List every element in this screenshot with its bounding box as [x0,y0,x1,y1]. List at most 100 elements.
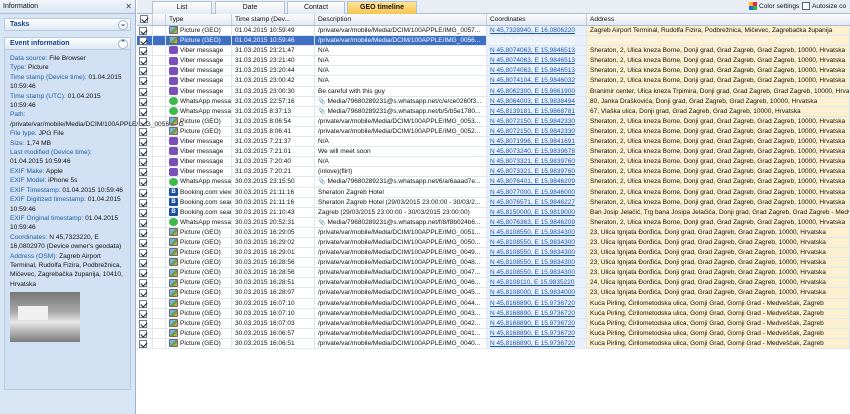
column-header-type[interactable]: Type [166,14,232,25]
table-row[interactable]: Viber message 31.03.2015 23:20:44 N/A N 45,… [137,66,850,77]
column-header-timestamp[interactable]: Time stamp (Dev... [232,14,315,25]
table-row[interactable]: Picture (GEO) 30.03.2015 16:07:03/private… [137,318,850,329]
row-checkbox-cell[interactable] [137,237,153,248]
chevron-down-icon[interactable]: ⌄ [118,20,128,30]
row-checkbox[interactable] [139,208,147,217]
coordinates-link[interactable]: N 45,8139181, E 15,9868781 [487,106,587,116]
row-checkbox[interactable] [139,329,147,338]
select-all-header[interactable] [137,14,153,25]
coordinates-link[interactable]: N 45,8150000, E 15,9819000 [487,207,587,217]
table-row[interactable]: BBooking.com searc...30.03.2015 21:11:16… [137,197,850,208]
row-checkbox[interactable] [139,97,147,106]
row-checkbox[interactable] [139,37,147,46]
coordinates-link[interactable]: N 45,8074063, E 15,9846513 [487,66,587,76]
coordinates-link[interactable]: N 45,7323220, E 16,0802970 [487,36,587,46]
row-checkbox-cell[interactable] [137,76,153,86]
row-checkbox[interactable] [139,127,147,136]
row-checkbox-cell[interactable] [137,318,153,328]
table-row[interactable]: Picture (GEO) 31.03.2015 8:06:54/private/… [137,116,850,127]
table-row[interactable]: Picture (GEO) 30.03.2015 16:07:10/private… [137,308,850,319]
row-checkbox[interactable] [139,249,147,258]
coordinates-link[interactable]: N 45,8072150, E 15,9842330 [487,116,587,126]
coordinates-link[interactable]: N 45,7328940, E 16,0806220 [487,26,587,36]
table-row[interactable]: Viber message 31.03.2015 23:00:30 Be caref… [137,86,850,97]
coordinates-link[interactable]: N 45,8108550, E 15,9834300 [487,237,587,248]
row-checkbox[interactable] [139,319,147,328]
row-checkbox[interactable] [139,178,147,187]
row-checkbox[interactable] [139,107,147,116]
row-checkbox[interactable] [139,47,147,56]
row-checkbox[interactable] [139,218,147,227]
table-row[interactable]: Viber message 31.03.2015 23:21:40 N/A N 45,… [137,56,850,67]
row-checkbox-cell[interactable] [137,126,153,137]
row-checkbox-cell[interactable] [137,338,153,348]
row-checkbox-cell[interactable] [137,167,153,177]
row-checkbox[interactable] [139,67,147,76]
row-checkbox-cell[interactable] [137,137,153,147]
table-row[interactable]: Picture (GEO) 01.04.2015 10:59:49/private… [137,26,850,37]
table-row[interactable]: Picture (GEO) 30.03.2015 16:07:10/private… [137,298,850,309]
row-checkbox[interactable] [139,198,147,207]
row-checkbox-cell[interactable] [137,106,153,116]
row-checkbox-cell[interactable] [137,248,153,258]
table-row[interactable]: Picture (GEO) 30.03.2015 16:29:01/private… [137,248,850,259]
table-row[interactable]: Picture (GEO) 01.04.2015 10:59:46/private… [137,36,850,47]
table-row[interactable]: Viber message 31.03.2015 7:20:40 N/A N 45,8… [137,157,850,168]
coordinates-link[interactable]: N 45,8072150, E 15,9842330 [487,126,587,137]
coordinates-link[interactable]: N 45,8168890, E 15,9736720 [487,338,587,348]
chevron-up-icon[interactable]: ⌃ [118,39,128,49]
table-row[interactable]: Picture (GEO) 30.03.2015 16:06:57/private… [137,328,850,339]
row-checkbox-cell[interactable] [137,308,153,318]
coordinates-link[interactable]: N 45,8108110, E 15,9835220 [487,278,587,288]
coordinates-link[interactable]: N 45,8074063, E 15,9846513 [487,46,587,56]
coordinates-link[interactable]: N 45,8064003, E 15,9838494 [487,96,587,106]
row-checkbox[interactable] [139,238,147,247]
coordinates-link[interactable]: N 45,8168890, E 15,9736720 [487,328,587,338]
table-row[interactable]: Picture (GEO) 30.03.2015 16:28:56/private… [137,268,850,279]
coordinates-link[interactable]: N 45,8074063, E 15,9846513 [487,56,587,66]
row-checkbox-cell[interactable] [137,86,153,96]
table-row[interactable]: Picture (GEO) 30.03.2015 16:28:51/private… [137,278,850,289]
column-header-coordinates[interactable]: Coordinates [487,14,587,25]
photo-thumbnail[interactable] [10,292,80,343]
coordinates-link[interactable]: N 45,8073321, E 15,9839760 [487,167,587,177]
table-row[interactable]: Picture (GEO) 30.03.2015 16:28:56/private… [137,258,850,269]
row-checkbox[interactable] [139,158,147,167]
row-checkbox[interactable] [139,228,147,237]
row-checkbox-cell[interactable] [137,46,153,56]
table-row[interactable]: BBooking.com viewed30.03.2015 21:11:16Sh… [137,187,850,198]
table-row[interactable]: Viber message 31.03.2015 23:21:47 N/A N 45,… [137,46,850,57]
coordinates-link[interactable]: N 45,8168890, E 15,9736720 [487,308,587,318]
row-checkbox-cell[interactable] [137,26,153,36]
row-checkbox[interactable] [139,77,147,86]
table-row[interactable]: WhatsApp message30.03.2015 23:15:50📎Medi… [137,177,850,188]
row-checkbox[interactable] [139,168,147,177]
coordinates-link[interactable]: N 45,8108550, E 15,9834300 [487,258,587,268]
row-checkbox-cell[interactable] [137,207,153,217]
row-checkbox-cell[interactable] [137,258,153,268]
table-row[interactable]: Picture (GEO) 30.03.2015 16:06:51/private… [137,338,850,349]
row-checkbox-cell[interactable] [137,197,153,207]
coordinates-link[interactable]: N 45,8168890, E 15,9736720 [487,298,587,308]
table-row[interactable]: WhatsApp message31.03.2015 8:37:13📎Media… [137,106,850,117]
table-row[interactable]: Viber message 31.03.2015 7:21:37 N/A N 45,8… [137,137,850,148]
table-row[interactable]: WhatsApp message31.03.2015 22:57:16📎Medi… [137,96,850,107]
column-header-address[interactable]: Address [587,14,850,25]
row-checkbox-cell[interactable] [137,187,153,197]
coordinates-link[interactable]: N 45,8108550, E 15,9834300 [487,268,587,278]
table-row[interactable]: Picture (GEO) 30.03.2015 16:28:07/private… [137,288,850,299]
coordinates-link[interactable]: N 45,8108550, E 15,9834300 [487,227,587,237]
row-checkbox[interactable] [139,339,147,348]
coordinates-link[interactable]: N 45,8076571, E 15,9846227 [487,197,587,207]
row-checkbox[interactable] [139,188,147,197]
coordinates-link[interactable]: N 45,8073321, E 15,9839760 [487,157,587,167]
row-checkbox-cell[interactable] [137,36,153,46]
close-icon[interactable]: ✕ [125,2,132,11]
row-checkbox[interactable] [139,299,147,308]
row-checkbox[interactable] [139,279,147,288]
row-checkbox[interactable] [139,289,147,298]
tab-list[interactable]: List [152,1,212,14]
row-checkbox-cell[interactable] [137,288,153,298]
column-header-description[interactable]: Description [315,14,487,25]
row-checkbox[interactable] [139,148,147,157]
